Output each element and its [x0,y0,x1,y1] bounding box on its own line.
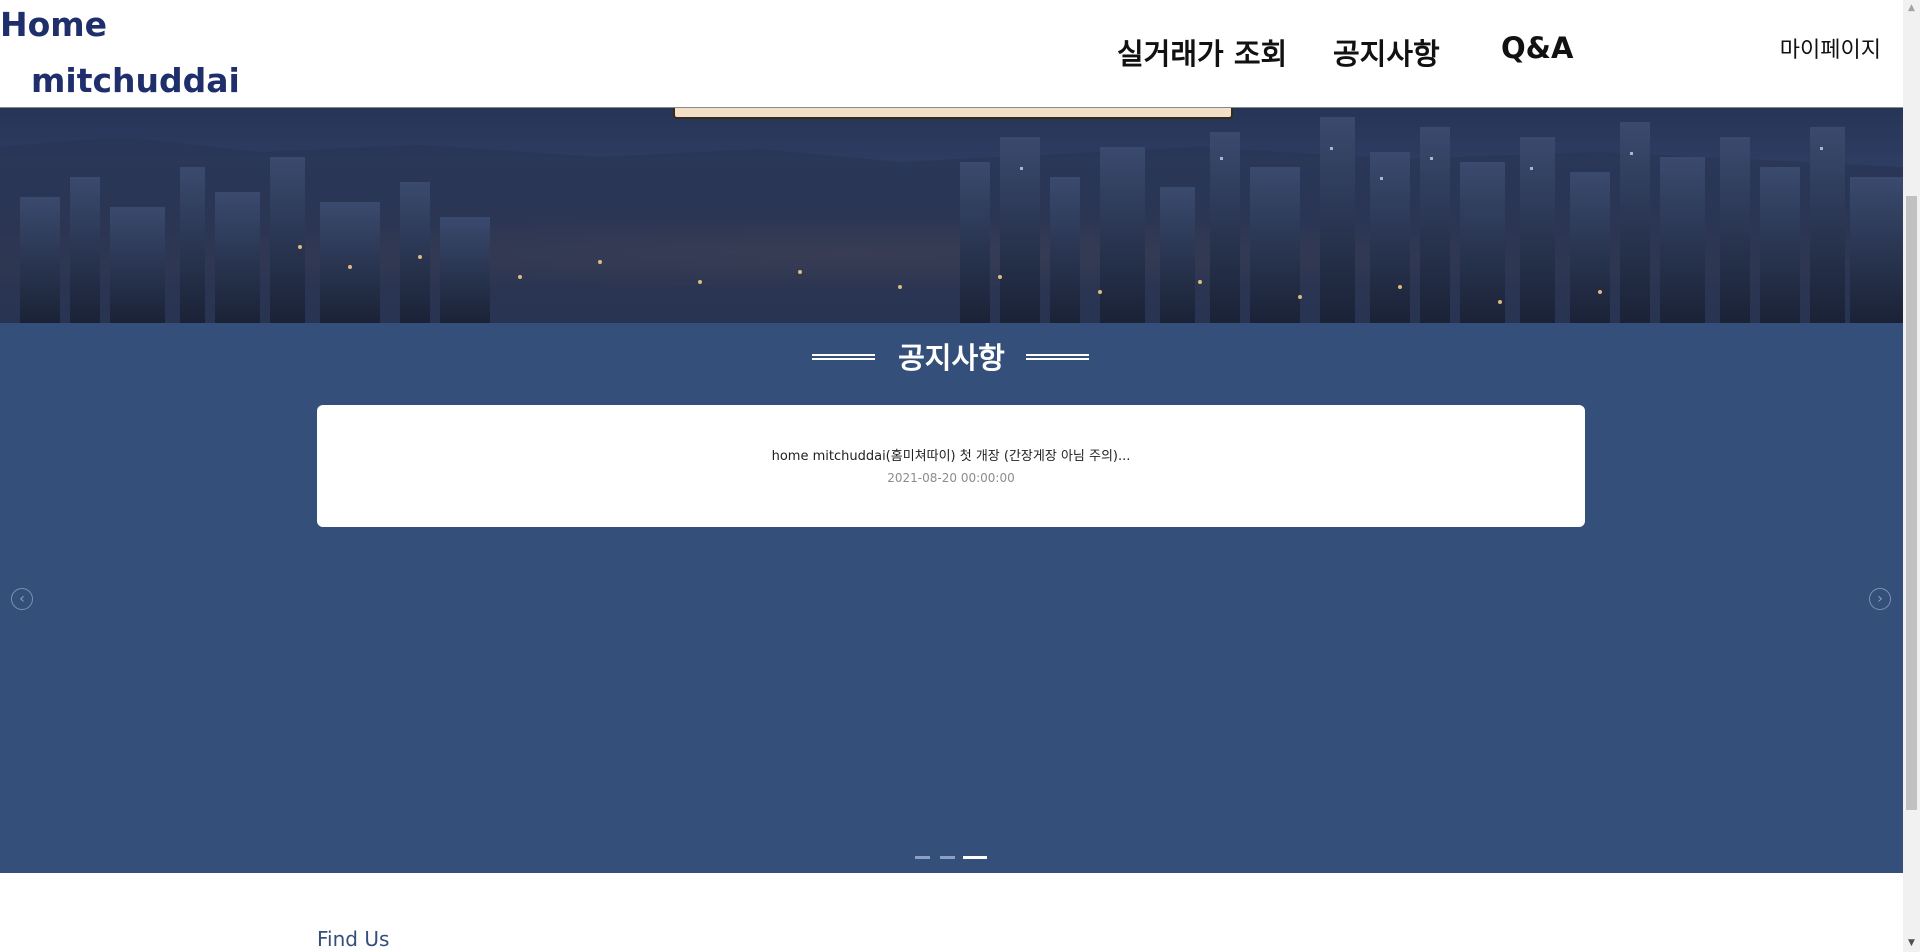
carousel-dot-2[interactable] [940,856,955,859]
hero-skyline [0,117,1903,323]
site-header: Home mitchuddai 실거래가 조회 공지사항 Q&A 마이페이지 [0,0,1903,108]
nav-item-notices[interactable]: 공지사항 [1333,31,1440,73]
chevron-left-icon: ‹ [19,591,25,607]
notice-item-date: 2021-08-20 00:00:00 [887,471,1015,485]
scroll-up-arrow-icon[interactable]: ▲ [1903,0,1920,17]
find-us-heading: Find Us [317,927,390,951]
nav-item-price-lookup[interactable]: 실거래가 조회 [1117,31,1287,73]
page-scrollbar[interactable]: ▲ ▼ [1903,0,1920,952]
logo-line-1: Home [0,5,108,44]
notice-card[interactable]: home mitchuddai(홈미쳐따이) 첫 개장 (간장게장 아님 주의)… [317,405,1585,527]
carousel-prev-button[interactable]: ‹ [11,588,33,610]
scrollbar-thumb[interactable] [1906,196,1917,810]
carousel-dot-3[interactable] [963,856,987,859]
nav-item-mypage[interactable]: 마이페이지 [1780,32,1881,64]
search-box-edge[interactable] [673,107,1233,119]
notice-section: 공지사항 home mitchuddai(홈미쳐따이) 첫 개장 (간장게장 아… [0,323,1903,873]
nav-item-qna[interactable]: Q&A [1501,31,1573,65]
title-decoration-right [1026,354,1089,360]
logo-line-2: mitchuddai [31,61,240,100]
page: Home mitchuddai 실거래가 조회 공지사항 Q&A 마이페이지 공… [0,0,1903,952]
notice-item-title[interactable]: home mitchuddai(홈미쳐따이) 첫 개장 (간장게장 아님 주의)… [317,445,1585,464]
hero-city-image [0,107,1903,323]
carousel-dot-1[interactable] [915,856,930,859]
notice-section-title: 공지사항 [898,341,1005,375]
carousel-next-button[interactable]: › [1869,588,1891,610]
scroll-down-arrow-icon[interactable]: ▼ [1903,935,1920,952]
chevron-right-icon: › [1877,591,1883,607]
